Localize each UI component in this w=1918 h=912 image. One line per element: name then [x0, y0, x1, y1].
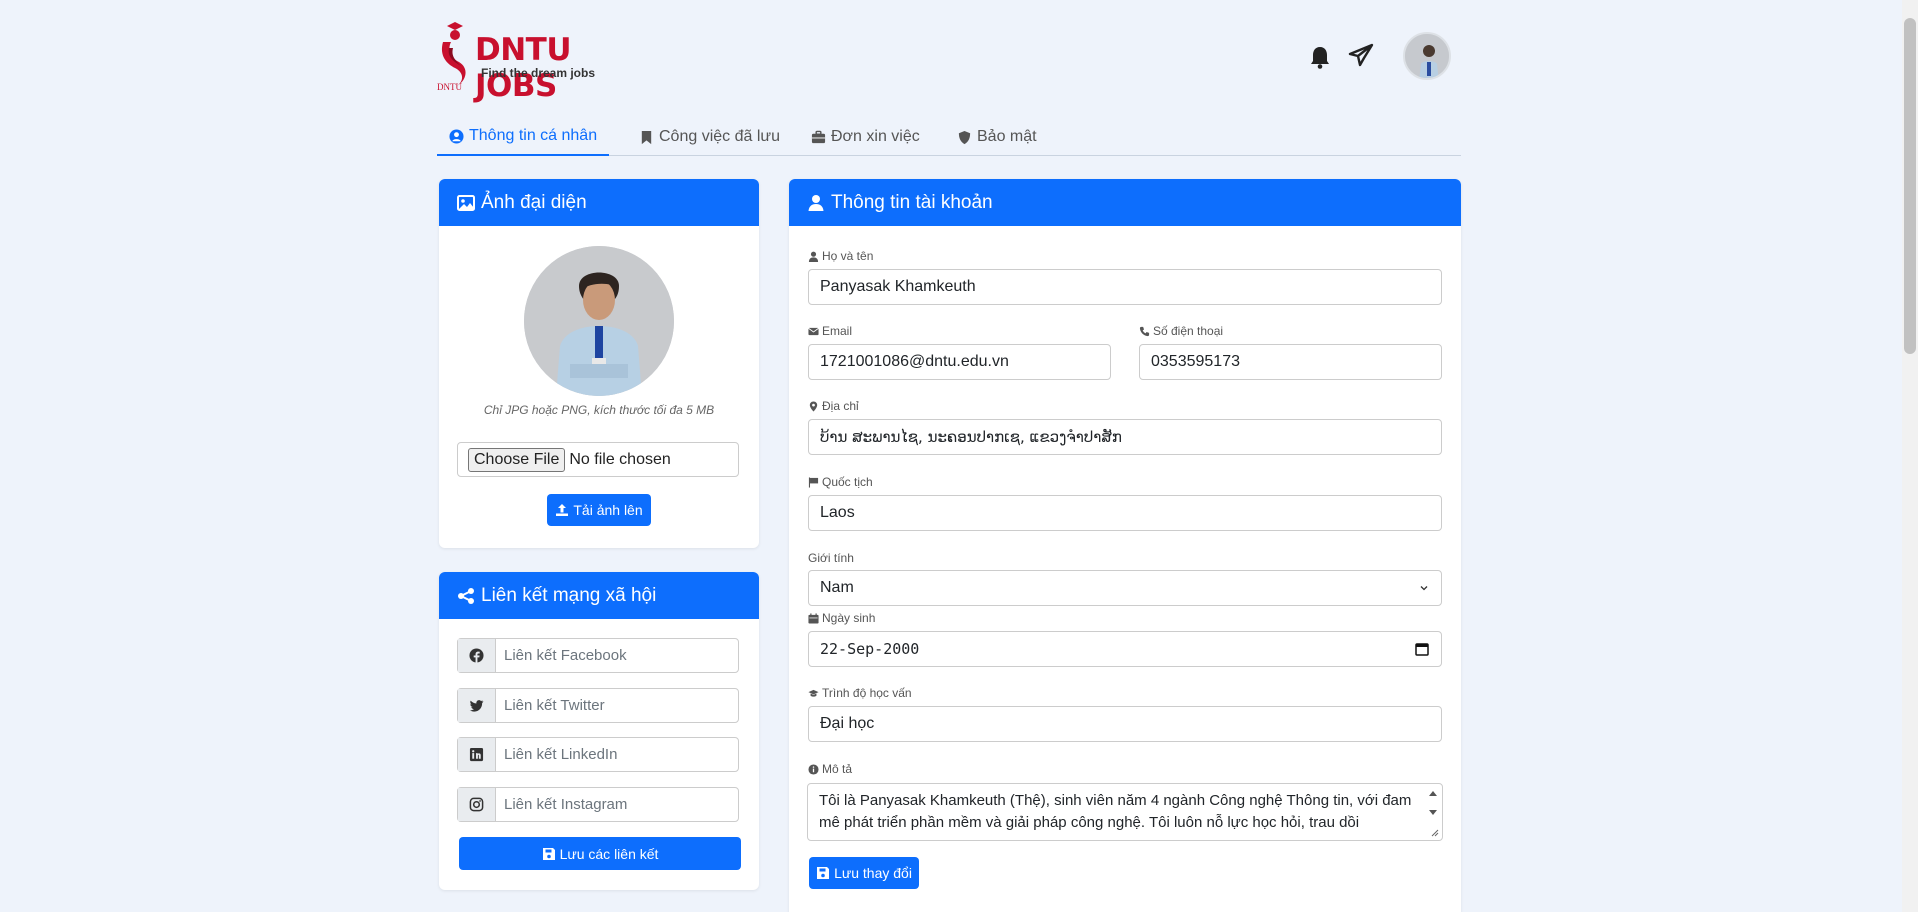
description-textarea[interactable]: Tôi là Panyasak Khamkeuth (Thệ), sinh vi… — [807, 783, 1443, 841]
avatar-card-header: Ảnh đại diện — [439, 179, 759, 226]
email-label: Email — [808, 324, 852, 338]
calendar-icon — [808, 612, 819, 624]
tab-label: Thông tin cá nhân — [469, 127, 598, 144]
linkedin-input[interactable]: Liên kết LinkedIn — [496, 738, 738, 771]
brand-small-text: DNTU — [437, 82, 462, 92]
upload-label: Tải ảnh lên — [573, 502, 643, 518]
tab-label: Đơn xin việc — [831, 128, 920, 145]
avatar-card-title: Ảnh đại diện — [481, 191, 587, 213]
facebook-input[interactable]: Liên kết Facebook — [496, 639, 738, 672]
birthday-value: 22-Sep-2000 — [820, 640, 920, 658]
avatar-card: Ảnh đại diện Chỉ JPG hoặc PNG, kích thướ… — [439, 179, 759, 548]
phone-label: Số điện thoại — [1139, 324, 1223, 338]
image-icon — [457, 194, 475, 211]
user-icon — [808, 194, 824, 211]
map-marker-icon — [809, 400, 818, 412]
shield-icon — [958, 130, 971, 144]
tab-applications[interactable]: Đơn xin việc — [811, 118, 920, 156]
account-card-title: Thông tin tài khoản — [831, 191, 993, 213]
send-icon[interactable] — [1348, 43, 1374, 67]
bell-icon[interactable] — [1309, 45, 1331, 69]
profile-photo — [524, 246, 674, 396]
share-icon — [458, 587, 474, 604]
tab-label: Công việc đã lưu — [659, 128, 780, 145]
instagram-link-field[interactable]: Liên kết Instagram — [457, 787, 739, 822]
bookmark-icon — [641, 130, 652, 144]
save-changes-button[interactable]: Lưu thay đổi — [809, 857, 919, 889]
file-status: No file chosen — [569, 450, 671, 468]
save-links-label: Lưu các liên kết — [559, 845, 659, 862]
social-links-card: Liên kết mạng xã hội Liên kết Facebook L… — [439, 572, 759, 890]
email-input[interactable]: 1721001086@dntu.edu.vn — [808, 344, 1111, 380]
user-circle-icon — [449, 128, 464, 144]
gender-label: Giới tính — [808, 551, 854, 565]
chevron-down-icon — [1420, 586, 1428, 591]
linkedin-link-field[interactable]: Liên kết LinkedIn — [457, 737, 739, 772]
save-links-button[interactable]: Lưu các liên kết — [459, 837, 741, 870]
account-info-card: Thông tin tài khoản Họ và tên Panyasak K… — [789, 179, 1461, 912]
phone-input[interactable]: 0353595173 — [1139, 344, 1442, 380]
user-icon — [808, 251, 819, 262]
instagram-input[interactable]: Liên kết Instagram — [496, 788, 738, 821]
info-circle-icon — [808, 763, 819, 775]
full-name-input[interactable]: Panyasak Khamkeuth — [808, 269, 1442, 305]
twitter-link-field[interactable]: Liên kết Twitter — [457, 688, 739, 723]
birthday-label: Ngày sinh — [808, 611, 875, 625]
gender-select[interactable]: Nam — [808, 570, 1442, 606]
upload-hint: Chỉ JPG hoặc PNG, kích thước tối đa 5 MB — [483, 403, 715, 417]
instagram-icon — [469, 797, 484, 812]
linkedin-icon — [469, 747, 484, 762]
tab-label: Bảo mật — [977, 128, 1037, 145]
twitter-icon — [469, 700, 484, 712]
graduation-cap-icon — [808, 689, 819, 697]
textarea-scrollbar[interactable] — [1426, 786, 1440, 838]
account-card-header: Thông tin tài khoản — [789, 179, 1461, 226]
tab-security[interactable]: Bảo mật — [957, 118, 1037, 156]
nationality-input[interactable]: Laos — [808, 495, 1442, 531]
file-input[interactable]: Choose File No file chosen — [457, 442, 739, 477]
page-scrollbar[interactable] — [1902, 0, 1918, 912]
dntu-logo[interactable]: DNTU JOBS Find the dream jobs DNTU — [437, 18, 617, 104]
description-value: Tôi là Panyasak Khamkeuth (Thệ), sinh vi… — [819, 792, 1412, 831]
phone-icon — [1139, 326, 1150, 336]
choose-file-button[interactable]: Choose File — [468, 447, 566, 472]
social-card-title: Liên kết mạng xã hội — [481, 584, 657, 606]
description-label: Mô tả — [808, 762, 852, 776]
profile-tabs: Thông tin cá nhân Công việc đã lưu Đơn x… — [437, 118, 1461, 156]
facebook-link-field[interactable]: Liên kết Facebook — [457, 638, 739, 673]
tab-saved-jobs[interactable]: Công việc đã lưu — [639, 118, 780, 156]
facebook-icon — [469, 648, 484, 663]
gender-value: Nam — [820, 579, 854, 596]
avatar[interactable] — [1403, 32, 1451, 80]
save-changes-label: Lưu thay đổi — [834, 865, 912, 881]
flag-icon — [808, 476, 819, 488]
save-icon — [542, 847, 555, 860]
address-input[interactable]: ບ້ານ ສະພານໄຊ, ນະຄອນປາກເຊ, ແຂວງຈຳປາສັກ — [808, 419, 1442, 455]
page-header: DNTU JOBS Find the dream jobs DNTU — [437, 18, 1461, 104]
twitter-input[interactable]: Liên kết Twitter — [496, 689, 738, 722]
address-label: Địa chỉ — [808, 399, 859, 413]
education-input[interactable]: Đại học — [808, 706, 1442, 742]
envelope-icon — [808, 327, 819, 335]
upload-icon — [556, 504, 569, 516]
name-label: Họ và tên — [808, 249, 873, 263]
education-label: Trình độ học vấn — [808, 686, 912, 700]
upload-photo-button[interactable]: Tải ảnh lên — [547, 494, 651, 526]
birthday-input[interactable]: 22-Sep-2000 — [808, 631, 1442, 667]
social-card-header: Liên kết mạng xã hội — [439, 572, 759, 619]
tab-personal-info[interactable]: Thông tin cá nhân — [437, 118, 610, 156]
briefcase-icon — [811, 130, 826, 143]
calendar-picker-icon[interactable] — [1415, 642, 1429, 656]
page-scrollbar-thumb[interactable] — [1904, 18, 1916, 354]
save-icon — [817, 867, 830, 879]
nationality-label: Quốc tịch — [808, 475, 873, 489]
brand-tagline: Find the dream jobs — [481, 66, 596, 80]
logo-mark-icon — [441, 22, 466, 86]
